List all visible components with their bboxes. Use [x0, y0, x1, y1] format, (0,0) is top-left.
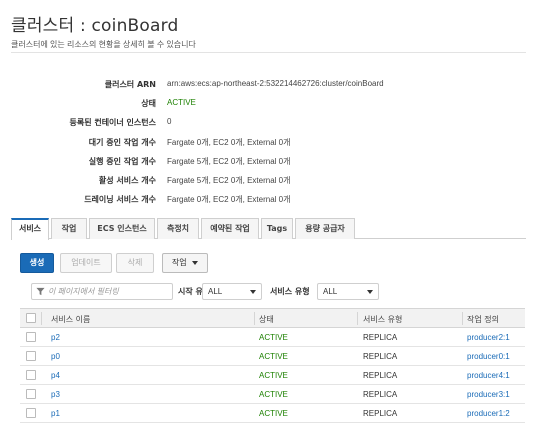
column-divider [41, 312, 42, 325]
service-type: REPLICA [363, 409, 398, 418]
service-status: ACTIVE [259, 390, 288, 399]
detail-label: 활성 서비스 개수 [98, 176, 156, 185]
detail-row-status: 상태 ACTIVE [0, 98, 535, 112]
page-description: 클러스터에 있는 리소스의 현황을 상세히 볼 수 있습니다 [11, 40, 196, 49]
update-button[interactable]: 업데이트 [60, 253, 112, 273]
detail-value: Fargate 0개, EC2 0개, External 0개 [167, 195, 291, 204]
service-name-link[interactable]: p0 [51, 352, 60, 361]
column-divider [254, 312, 255, 325]
tab-bar: 서비스 작업 ECS 인스턴스 측정치 예약된 작업 Tags 용량 공급자 [11, 218, 526, 240]
detail-value: Fargate 5개, EC2 0개, External 0개 [167, 157, 291, 166]
row-checkbox[interactable] [26, 408, 36, 418]
chevron-down-icon [367, 290, 373, 294]
row-checkbox[interactable] [26, 389, 36, 399]
detail-row-pending-tasks: 대기 중인 작업 개수 Fargate 0개, EC2 0개, External… [0, 137, 535, 151]
detail-row-arn: 클러스터 ARN arn:aws:ecs:ap-northeast-2:5322… [0, 79, 535, 93]
task-definition-link[interactable]: producer3:1 [467, 390, 510, 399]
filter-bar: 이 페이지에서 필터링 시작 유형 ALL 서비스 유형 ALL [20, 281, 520, 301]
actions-dropdown-button[interactable]: 작업 [162, 253, 208, 273]
tab-scheduled-tasks[interactable]: 예약된 작업 [201, 218, 259, 239]
service-name-link[interactable]: p1 [51, 409, 60, 418]
detail-label: 클러스터 ARN [104, 80, 156, 89]
header-divider [11, 52, 526, 53]
column-header-service-type[interactable]: 서비스 유형 [363, 314, 402, 325]
column-header-task-definition[interactable]: 작업 정의 [467, 314, 499, 325]
service-type: REPLICA [363, 390, 398, 399]
detail-value: 0 [167, 117, 172, 126]
detail-label: 등록된 컨테이너 인스턴스 [69, 118, 156, 127]
tab-tasks[interactable]: 작업 [51, 218, 87, 239]
table-row: p1 ACTIVE REPLICA producer1:2 [20, 404, 525, 423]
service-name-link[interactable]: p4 [51, 371, 60, 380]
page-title: 클러스터 : coinBoard [11, 16, 179, 36]
task-definition-link[interactable]: producer4:1 [467, 371, 510, 380]
detail-label: 상태 [141, 99, 156, 108]
detail-value: arn:aws:ecs:ap-northeast-2:532214462726:… [167, 79, 384, 88]
service-type: REPLICA [363, 352, 398, 361]
detail-label: 드레이닝 서비스 개수 [84, 195, 156, 204]
tab-metrics[interactable]: 측정치 [157, 218, 199, 239]
table-row: p4 ACTIVE REPLICA producer4:1 [20, 366, 525, 385]
filter-search-input[interactable]: 이 페이지에서 필터링 [31, 283, 173, 300]
service-type-value: ALL [323, 287, 338, 296]
delete-button[interactable]: 삭제 [116, 253, 154, 273]
service-type: REPLICA [363, 333, 398, 342]
task-definition-link[interactable]: producer2:1 [467, 333, 510, 342]
column-header-service-name[interactable]: 서비스 이름 [51, 314, 90, 325]
row-checkbox[interactable] [26, 332, 36, 342]
service-status: ACTIVE [259, 333, 288, 342]
detail-row-registered-instances: 등록된 컨테이너 인스턴스 0 [0, 117, 535, 131]
service-name-link[interactable]: p2 [51, 333, 60, 342]
detail-row-running-tasks: 실행 중인 작업 개수 Fargate 5개, EC2 0개, External… [0, 156, 535, 170]
service-name-link[interactable]: p3 [51, 390, 60, 399]
chevron-down-icon [250, 290, 256, 294]
launch-type-value: ALL [208, 287, 223, 296]
tab-capacity-providers[interactable]: 용량 공급자 [295, 218, 355, 239]
actions-label: 작업 [171, 258, 187, 267]
table-row: p3 ACTIVE REPLICA producer3:1 [20, 385, 525, 404]
detail-value: Fargate 0개, EC2 0개, External 0개 [167, 138, 291, 147]
detail-row-draining-services: 드레이닝 서비스 개수 Fargate 0개, EC2 0개, External… [0, 194, 535, 208]
column-divider [462, 312, 463, 325]
detail-label: 실행 중인 작업 개수 [88, 157, 156, 166]
table-row: p2 ACTIVE REPLICA producer2:1 [20, 328, 525, 347]
create-button[interactable]: 생성 [20, 253, 54, 273]
detail-value: ACTIVE [167, 98, 196, 107]
detail-label: 대기 중인 작업 개수 [88, 138, 156, 147]
service-type-select[interactable]: ALL [317, 283, 379, 300]
tab-services[interactable]: 서비스 [11, 218, 49, 240]
filter-icon [36, 287, 45, 296]
service-status: ACTIVE [259, 352, 288, 361]
task-definition-link[interactable]: producer1:2 [467, 409, 510, 418]
detail-value: Fargate 5개, EC2 0개, External 0개 [167, 176, 291, 185]
table-header: 서비스 이름 상태 서비스 유형 작업 정의 [20, 308, 525, 328]
tab-ecs-instances[interactable]: ECS 인스턴스 [89, 218, 155, 239]
detail-row-active-services: 활성 서비스 개수 Fargate 5개, EC2 0개, External 0… [0, 175, 535, 189]
chevron-down-icon [192, 260, 199, 265]
table-row: p0 ACTIVE REPLICA producer0:1 [20, 347, 525, 366]
select-all-checkbox[interactable] [26, 313, 36, 323]
service-type-label: 서비스 유형 [270, 287, 310, 296]
task-definition-link[interactable]: producer0:1 [467, 352, 510, 361]
service-type: REPLICA [363, 371, 398, 380]
column-header-status[interactable]: 상태 [259, 314, 274, 325]
column-divider [357, 312, 358, 325]
launch-type-select[interactable]: ALL [202, 283, 262, 300]
service-status: ACTIVE [259, 371, 288, 380]
row-checkbox[interactable] [26, 351, 36, 361]
search-placeholder: 이 페이지에서 필터링 [48, 287, 119, 296]
tab-tags[interactable]: Tags [261, 218, 293, 239]
service-status: ACTIVE [259, 409, 288, 418]
row-checkbox[interactable] [26, 370, 36, 380]
